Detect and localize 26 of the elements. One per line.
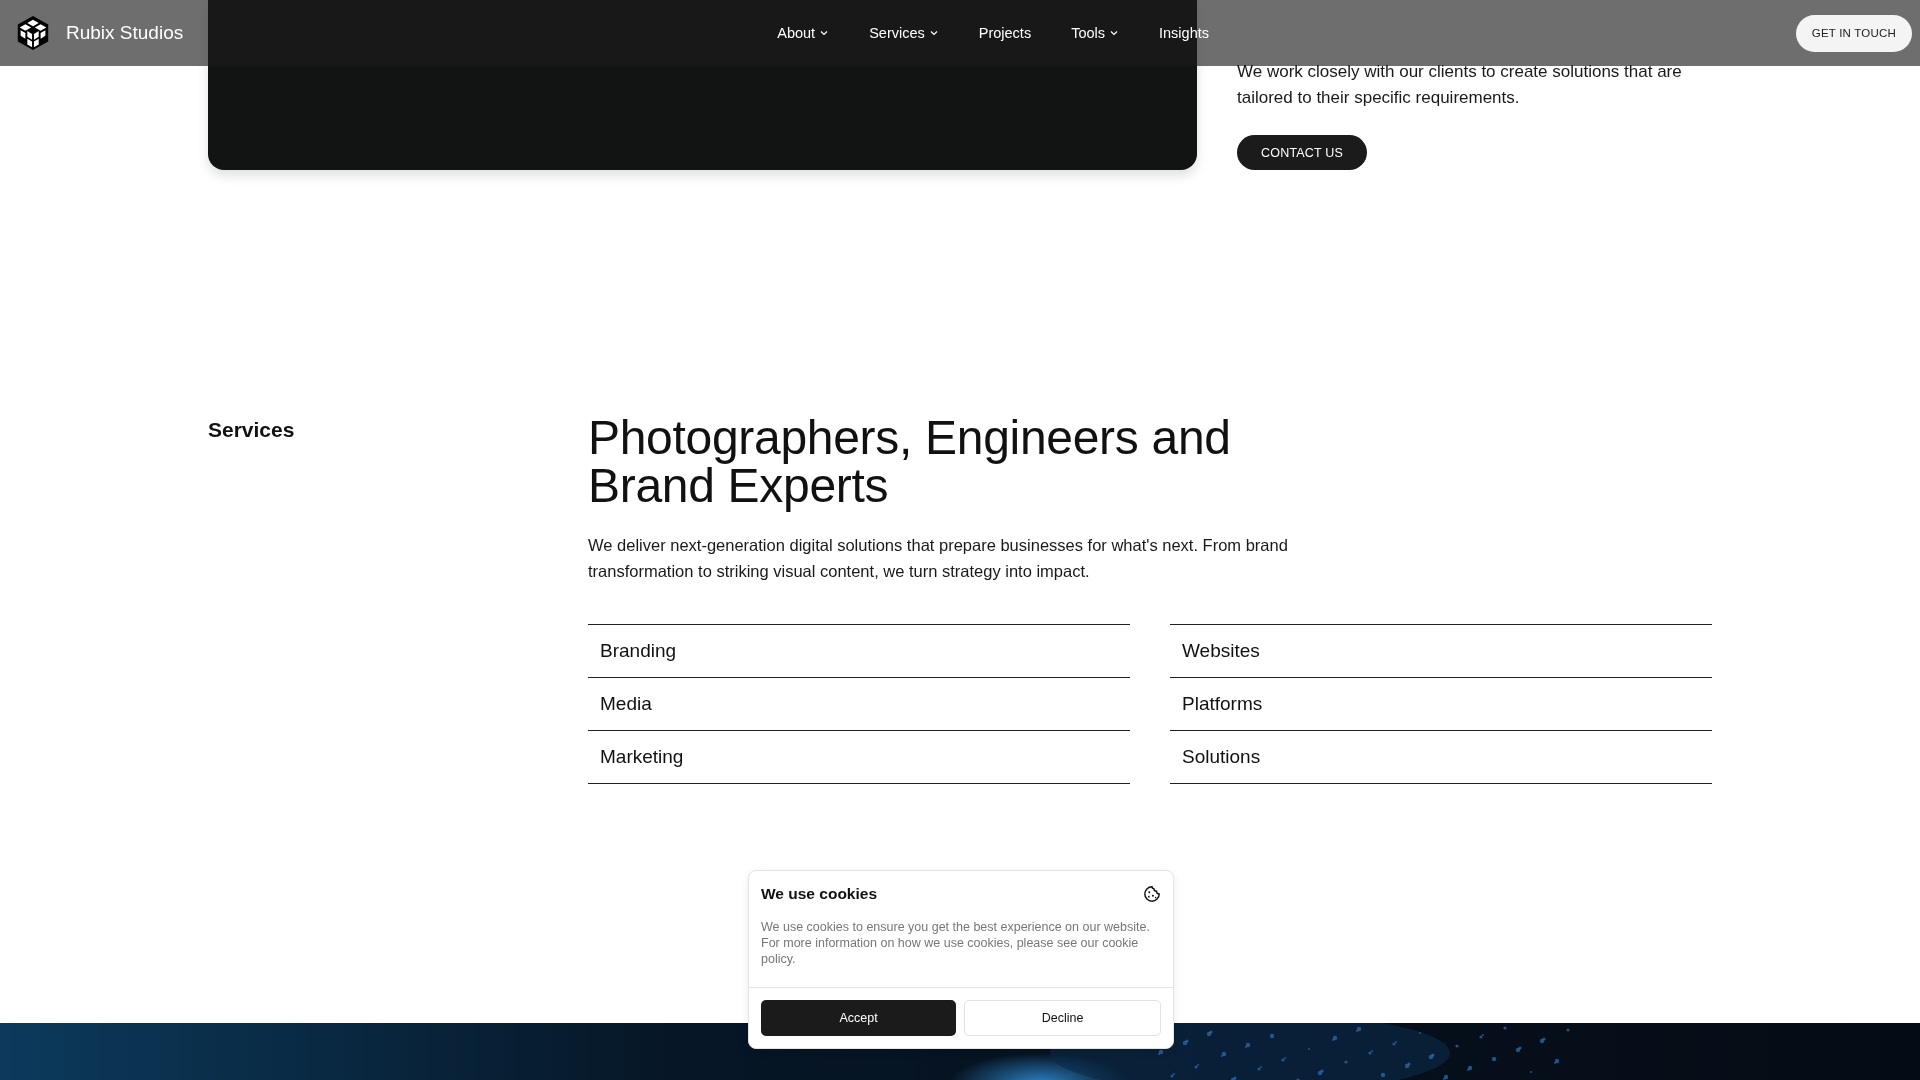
- service-link[interactable]: Media: [588, 678, 1130, 731]
- service-link[interactable]: Platforms: [1170, 678, 1712, 731]
- section-heading: Photographers, Engineers and Brand Experts: [588, 414, 1232, 510]
- get-in-touch-button[interactable]: GET IN TOUCH: [1795, 14, 1912, 52]
- nav-link[interactable]: About: [777, 25, 830, 41]
- nav-link[interactable]: Insights: [1159, 25, 1209, 41]
- section-description: We deliver next-generation digital solutions that prepare businesses for what's next. From brand transformation to striking visual content, we turn strategy into impact.: [588, 535, 1288, 582]
- intro-text: We work closely with our clients to create solutions that are tailored to their specific requirements.: [1237, 61, 1683, 109]
- cookie-notice-text: We use cookies to ensure you get the best experience on our website. For more information on how we use cookies, please see our cookie policy.: [761, 919, 1151, 967]
- dialog-title: We use cookies: [761, 885, 877, 903]
- service-link[interactable]: Branding: [588, 625, 1130, 678]
- nav-link[interactable]: Tools: [1071, 25, 1119, 41]
- decline-button[interactable]: Decline: [964, 1000, 1161, 1036]
- nav-link[interactable]: Projects: [978, 25, 1032, 41]
- cookie-icon: [1143, 885, 1161, 903]
- nav-link[interactable]: Services: [869, 25, 939, 41]
- section-label: Services: [208, 417, 296, 443]
- chevron-down-icon: [819, 28, 830, 38]
- service-link[interactable]: Websites: [1170, 625, 1712, 678]
- chevron-down-icon: [1109, 28, 1119, 38]
- chevron-down-icon: [928, 28, 939, 38]
- accept-button[interactable]: Accept: [761, 1000, 956, 1036]
- service-link[interactable]: Solutions: [1170, 731, 1712, 784]
- brand-name[interactable]: Rubix Studios: [66, 22, 184, 44]
- service-link[interactable]: Marketing: [588, 731, 1130, 784]
- contact-us-button[interactable]: CONTACT US: [1237, 135, 1368, 170]
